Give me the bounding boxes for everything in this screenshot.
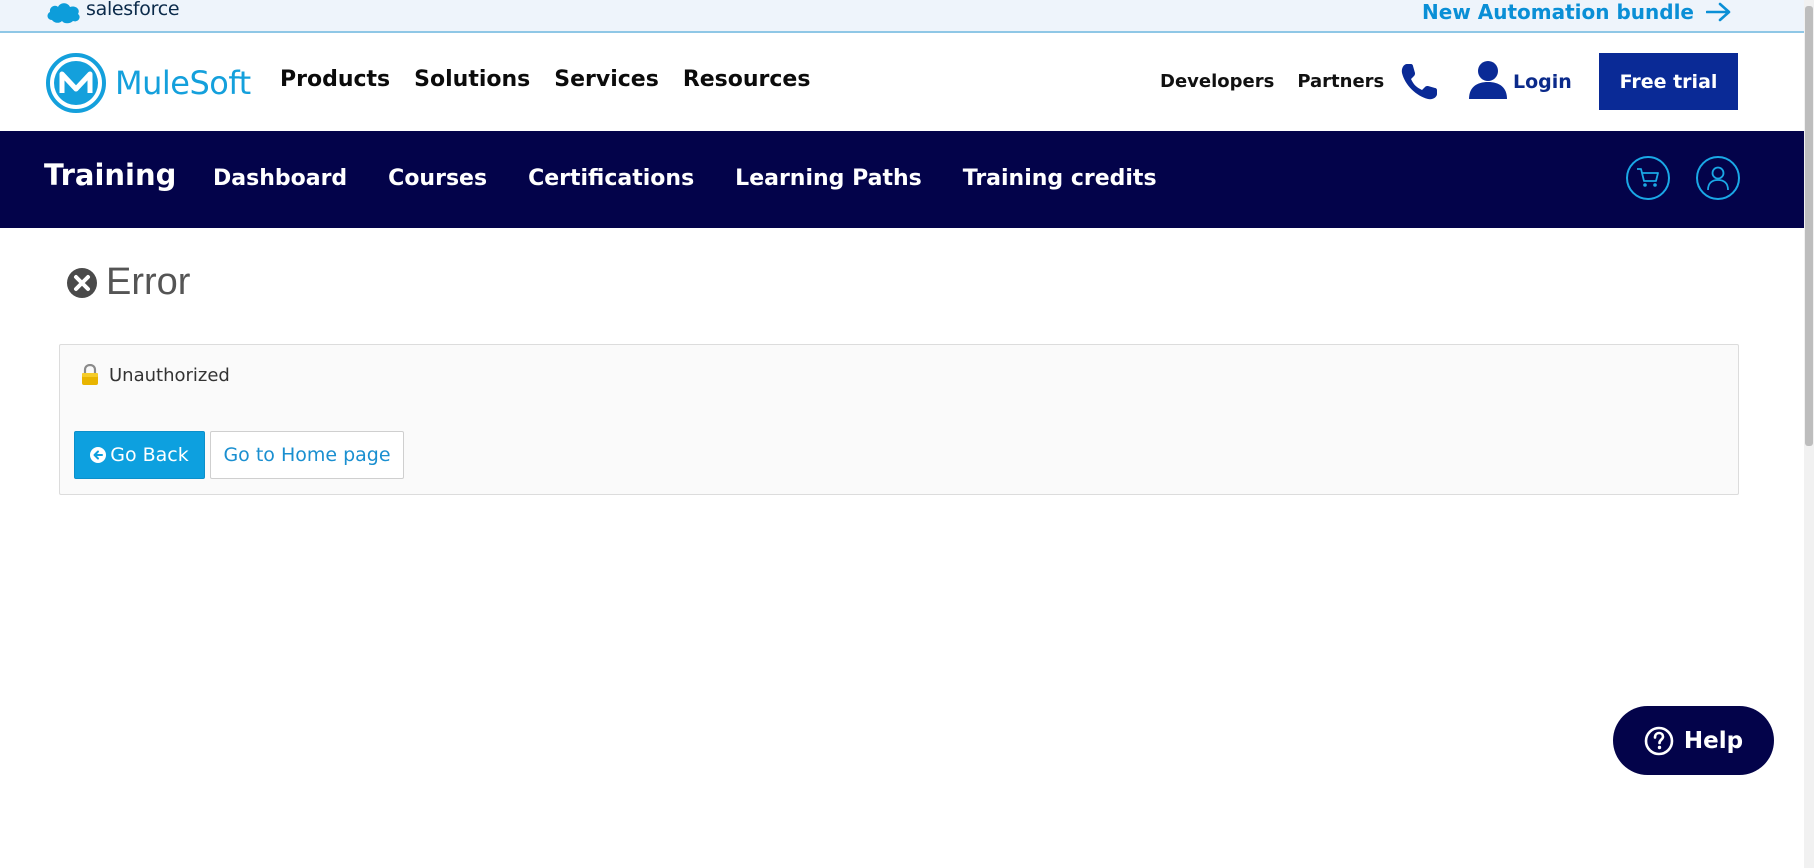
lock-icon <box>82 364 98 385</box>
page-scrollbar[interactable] <box>1804 0 1814 868</box>
mulesoft-logo[interactable]: MuleSoft <box>45 52 251 114</box>
tab-training-credits[interactable]: Training credits <box>963 166 1157 191</box>
arrow-circle-left-icon <box>90 447 107 463</box>
salesforce-logo[interactable]: salesforce <box>46 0 180 24</box>
tab-dashboard[interactable]: Dashboard <box>213 166 347 191</box>
tab-certifications[interactable]: Certifications <box>528 166 694 191</box>
training-title[interactable]: Training <box>44 158 176 192</box>
help-label: Help <box>1683 727 1744 754</box>
tab-learning-paths[interactable]: Learning Paths <box>735 166 922 191</box>
secondary-nav: Developers Partners <box>1160 71 1384 92</box>
error-message: Unauthorized <box>109 364 230 386</box>
error-panel: Unauthorized Go Back Go to Home page <box>59 344 1739 495</box>
main-navigation: MuleSoft Products Solutions Services Res… <box>0 35 1804 131</box>
login-link[interactable]: Login <box>1513 71 1572 93</box>
home-page-button[interactable]: Go to Home page <box>210 431 404 479</box>
training-nav-links: Dashboard Courses Certifications Learnin… <box>213 166 1157 191</box>
promo-link-label: New Automation bundle <box>1422 0 1694 24</box>
training-navigation: Training Dashboard Courses Certification… <box>0 131 1804 228</box>
mulesoft-wordmark: MuleSoft <box>115 64 251 102</box>
question-circle-icon <box>1644 726 1674 755</box>
nav-services[interactable]: Services <box>554 67 659 92</box>
scrollbar-thumb[interactable] <box>1805 6 1813 446</box>
free-trial-button[interactable]: Free trial <box>1599 53 1738 110</box>
nav-developers[interactable]: Developers <box>1160 71 1274 92</box>
mulesoft-m-icon <box>46 53 106 113</box>
page-title: Error <box>106 261 191 303</box>
salesforce-cloud-icon <box>47 3 80 24</box>
nav-products[interactable]: Products <box>280 67 390 92</box>
go-back-button[interactable]: Go Back <box>74 431 205 479</box>
account-icon <box>1707 166 1729 191</box>
primary-nav: Products Solutions Services Resources <box>280 67 810 92</box>
tab-courses[interactable]: Courses <box>388 166 487 191</box>
new-automation-bundle-link[interactable]: New Automation bundle <box>1422 0 1732 24</box>
arrow-right-icon <box>1706 2 1731 22</box>
salesforce-wordmark: salesforce <box>86 0 180 20</box>
nav-resources[interactable]: Resources <box>683 67 811 92</box>
go-back-label: Go Back <box>110 444 189 466</box>
salesforce-topbar: salesforce New Automation bundle <box>0 0 1804 33</box>
nav-solutions[interactable]: Solutions <box>414 67 530 92</box>
error-circle-x-icon <box>67 267 97 298</box>
account-button[interactable] <box>1696 156 1740 200</box>
error-heading: Error <box>66 261 190 304</box>
help-button[interactable]: Help <box>1613 706 1774 775</box>
error-message-row: Unauthorized <box>81 364 230 386</box>
user-icon[interactable] <box>1467 59 1509 106</box>
cart-button[interactable] <box>1626 156 1670 200</box>
nav-partners[interactable]: Partners <box>1297 71 1384 92</box>
phone-icon[interactable] <box>1398 61 1440 108</box>
cart-icon <box>1637 168 1659 187</box>
